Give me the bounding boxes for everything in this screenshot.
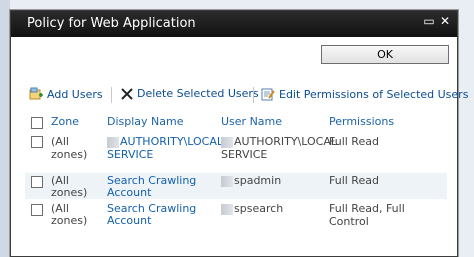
dialog-title: Policy for Web Application — [27, 16, 196, 31]
display-name-link[interactable]: AUTHORITY\LOCAL — [107, 135, 223, 148]
display-name-line-2[interactable]: SERVICE — [107, 148, 153, 161]
user-name-line-2: SERVICE — [221, 148, 268, 161]
edit-permissions-button[interactable]: Edit Permissions of Selected Users — [261, 87, 468, 101]
user-name-line-1: spadmin — [234, 174, 282, 187]
toolbar-divider — [111, 87, 112, 103]
user-name-text: AUTHORITY\LOCAL — [221, 135, 337, 148]
table-row: (All zones) Search Crawling Account spad… — [25, 173, 447, 199]
policy-dialog: Policy for Web Application ▭ ✕ OK Add Us… — [10, 10, 468, 257]
row-checkbox[interactable] — [31, 176, 43, 188]
permissions-text: Full Read — [329, 174, 379, 187]
header-display-name[interactable]: Display Name — [107, 115, 184, 128]
user-name-line-1: spsearch — [234, 202, 284, 215]
table-row: (All zones) AUTHORITY\LOCAL SERVICE AUTH… — [25, 133, 447, 173]
display-name-line-2[interactable]: Account — [107, 186, 151, 199]
ok-button[interactable]: OK — [321, 45, 449, 64]
header-zone[interactable]: Zone — [51, 115, 79, 128]
display-name-line-2[interactable]: Account — [107, 214, 151, 227]
delete-icon — [121, 87, 133, 100]
blurred-prefix — [221, 136, 233, 148]
dialog-titlebar: Policy for Web Application ▭ ✕ — [11, 11, 457, 37]
user-name-line-1: AUTHORITY\LOCAL — [234, 135, 337, 148]
blurred-prefix — [221, 175, 233, 187]
add-users-label: Add Users — [47, 87, 103, 101]
add-users-icon — [29, 87, 43, 100]
user-name-text: spsearch — [221, 202, 283, 215]
permissions-text: Full Read — [329, 135, 379, 148]
delete-users-label: Delete Selected Users — [137, 87, 259, 100]
edit-permissions-label: Edit Permissions of Selected Users — [279, 87, 469, 101]
blurred-prefix — [221, 203, 233, 215]
table-row: (All zones) Search Crawling Account spse… — [25, 201, 447, 229]
edit-permissions-icon — [261, 88, 275, 101]
zone-line-2: zones) — [51, 186, 88, 199]
display-name-line-1: AUTHORITY\LOCAL — [120, 135, 223, 148]
select-all-checkbox[interactable] — [31, 117, 43, 129]
zone-line-2: zones) — [51, 148, 88, 161]
background-left-strip — [0, 0, 10, 257]
zone-line-1: (All — [51, 135, 69, 148]
maximize-icon[interactable]: ▭ — [423, 15, 435, 27]
zone-line-2: zones) — [51, 214, 88, 227]
blurred-prefix — [107, 136, 119, 148]
row-checkbox[interactable] — [31, 204, 43, 216]
toolbar-divider — [253, 87, 254, 103]
permissions-text: Full Read, Full Control — [329, 202, 405, 228]
user-name-text: spadmin — [221, 174, 281, 187]
row-checkbox[interactable] — [31, 136, 43, 148]
header-permissions[interactable]: Permissions — [329, 115, 394, 128]
delete-users-button[interactable]: Delete Selected Users — [121, 87, 259, 100]
close-icon[interactable]: ✕ — [439, 15, 451, 27]
add-users-button[interactable]: Add Users — [29, 87, 103, 101]
header-user-name[interactable]: User Name — [221, 115, 282, 128]
